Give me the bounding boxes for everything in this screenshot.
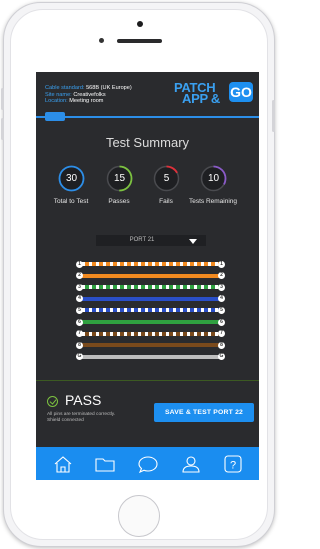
- tab-profile[interactable]: [180, 454, 202, 474]
- pass-description: All pins are terminated correctly. Shiel…: [47, 412, 147, 425]
- tab-messages[interactable]: [137, 454, 159, 474]
- tab-home[interactable]: [52, 454, 74, 474]
- folder-icon: [95, 458, 115, 472]
- port-select[interactable]: PORT 21: [96, 235, 206, 246]
- location-value: Meeting room: [69, 98, 104, 105]
- wire-pin-1: 11: [76, 260, 225, 268]
- pass-status: PASS: [65, 392, 102, 408]
- wire-pin-8: 88: [76, 341, 225, 349]
- pin-right: 2: [218, 272, 225, 280]
- pass-description-line2: Shield connected: [47, 418, 84, 424]
- pin-left: 8: [76, 341, 83, 349]
- profile-icon: [182, 456, 200, 473]
- help-glyph: ?: [230, 460, 236, 472]
- pin-left: 3: [76, 283, 83, 291]
- home-icon: [54, 456, 72, 473]
- pin-left: 7: [76, 330, 83, 338]
- tab-bar: ?: [36, 447, 259, 480]
- stat-value: 30: [65, 173, 78, 184]
- cable-standard-label: Cable standard:: [45, 85, 85, 91]
- stat-value: 15: [113, 173, 126, 184]
- progress-track: [36, 116, 259, 118]
- earpiece-speaker: [117, 39, 162, 43]
- wire-pin-5: 55: [76, 306, 225, 314]
- stat-value: 5: [163, 173, 170, 184]
- location-label: Location:: [45, 98, 68, 105]
- chat-icon: [138, 456, 158, 474]
- wire-pin-2: 22: [76, 272, 225, 280]
- pin-left: 4: [76, 295, 83, 303]
- pin-left: G: [76, 353, 83, 361]
- logo-go-badge: GO: [229, 82, 253, 102]
- stat-label: Tests Remaining: [188, 198, 238, 205]
- help-icon: ?: [224, 455, 242, 473]
- app-screen: Cable standard: 568B (UK Europe) Site na…: [36, 72, 259, 480]
- front-camera: [137, 21, 143, 27]
- cable-info: Cable standard: 568B (UK Europe) Site na…: [45, 85, 132, 105]
- site-name-label: Site name:: [45, 91, 72, 98]
- wire-pin-g: GG: [76, 353, 225, 361]
- power-button: [272, 100, 275, 132]
- chevron-down-icon: [189, 239, 197, 244]
- pin-right: 5: [218, 306, 225, 314]
- wire-pin-4: 44: [76, 295, 225, 303]
- home-button[interactable]: [118, 495, 160, 537]
- cable-standard-value: 568B (UK Europe): [86, 85, 132, 91]
- pin-right: 8: [218, 341, 225, 349]
- tab-help[interactable]: ?: [222, 454, 244, 474]
- test-summary-title: Test Summary: [105, 135, 190, 150]
- pin-left: 2: [76, 272, 83, 280]
- section-divider: [36, 380, 259, 381]
- pin-right: 7: [218, 330, 225, 338]
- volume-up-button: [1, 88, 4, 110]
- stat-tests-remaining: 10 Tests Remaining: [189, 165, 237, 209]
- tab-files[interactable]: [94, 454, 116, 474]
- pin-right: 1: [218, 260, 225, 268]
- check-circle-icon: [47, 396, 58, 407]
- pin-left: 1: [76, 260, 83, 268]
- patch-app-go-logo: PATCH APP & GO: [174, 78, 254, 108]
- pin-right: 6: [218, 318, 225, 326]
- progress-handle[interactable]: [45, 112, 65, 121]
- pin-right: G: [218, 353, 225, 361]
- pin-right: 4: [218, 295, 225, 303]
- volume-down-button: [1, 118, 4, 140]
- site-name-value: Creativefolks: [73, 91, 106, 98]
- wire-pin-3: 33: [76, 283, 225, 291]
- pin-left: 6: [76, 318, 83, 326]
- stat-value: 10: [207, 173, 220, 184]
- pin-right: 3: [218, 283, 225, 291]
- logo-text-line2: APP &: [182, 91, 220, 106]
- wire-pin-6: 66: [76, 318, 225, 326]
- proximity-sensor: [99, 38, 104, 43]
- wire-pin-7: 77: [76, 330, 225, 338]
- save-test-button[interactable]: SAVE & TEST PORT 22: [154, 403, 254, 422]
- pin-left: 5: [76, 306, 83, 314]
- port-select-value: PORT 21: [129, 237, 155, 243]
